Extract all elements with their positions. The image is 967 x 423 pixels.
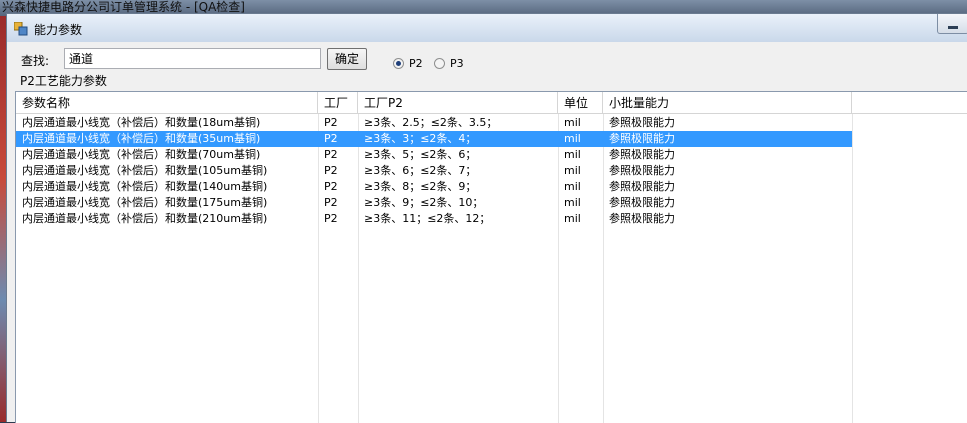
cell-factory: P2 [324,116,338,129]
cell-factory-p2: ≥3条、8；≤2条、9； [364,180,477,193]
table-row[interactable]: 内层通道最小线宽（补偿后）和数量(35um基铜) P2 ≥3条、3；≤2条、4； mi… [16,131,967,147]
table-row[interactable]: 内层通道最小线宽（补偿后）和数量(18um基铜) P2 ≥3条、2.5；≤2条、3.… [16,115,967,131]
radio-selected-icon [393,57,404,69]
cell-small-batch: 参照极限能力 [609,196,675,209]
cell-small-batch: 参照极限能力 [609,164,675,177]
cell-name: 内层通道最小线宽（补偿后）和数量(140um基铜) [22,180,268,193]
cell-factory: P2 [324,180,338,193]
cell-factory-p2: ≥3条、11；≤2条、12； [364,212,491,225]
cell-unit: mil [564,164,581,177]
radio-unselected-icon [434,57,445,69]
minimize-icon [948,26,958,29]
column-header-small-batch[interactable]: 小批量能力 [603,92,852,114]
cell-unit: mil [564,196,581,209]
confirm-button[interactable]: 确定 [327,48,367,70]
table-row[interactable]: 内层通道最小线宽（补偿后）和数量(210um基铜) P2 ≥3条、11；≤2条、12… [16,211,967,227]
cell-unit: mil [564,180,581,193]
column-header-name[interactable]: 参数名称 [16,92,318,114]
grid-header: 参数名称 工厂 工厂P2 单位 小批量能力 [16,92,967,114]
cell-name: 内层通道最小线宽（补偿后）和数量(18um基铜) [22,116,261,129]
cell-name: 内层通道最小线宽（补偿后）和数量(35um基铜) [16,131,318,147]
cell-factory-p2: ≥3条、3；≤2条、4； [358,131,558,147]
cell-unit: mil [558,131,603,147]
cell-factory: P2 [324,164,338,177]
radio-p2-label: P2 [409,56,423,70]
cell-small-batch: 参照极限能力 [609,180,675,193]
search-label: 查找: [21,54,50,68]
table-row[interactable]: 内层通道最小线宽（补偿后）和数量(140um基铜) P2 ≥3条、8；≤2条、9； m… [16,179,967,195]
cell-factory-p2: ≥3条、5；≤2条、6； [364,148,477,161]
cell-factory: P2 [324,196,338,209]
search-input[interactable] [64,48,321,69]
cell-factory-p2: ≥3条、9；≤2条、10； [364,196,484,209]
cell-unit: mil [564,212,581,225]
cell-small-batch: 参照极限能力 [609,212,675,225]
column-header-factory[interactable]: 工厂 [318,92,358,114]
radio-p3-label: P3 [450,56,464,70]
cell-small-batch: 参照极限能力 [609,116,675,129]
cell-unit: mil [564,116,581,129]
table-row[interactable]: 内层通道最小线宽（补偿后）和数量(175um基铜) P2 ≥3条、9；≤2条、10；… [16,195,967,211]
column-header-factory-p2[interactable]: 工厂P2 [358,92,558,114]
cell-factory: P2 [324,212,338,225]
dialog-titlebar[interactable]: 能力参数 [7,14,967,42]
ability-params-dialog: 能力参数 查找: 确定 P2 P3 P2工艺能力参数 参数名称 工厂 工厂P2 … [6,13,967,423]
cell-unit: mil [564,148,581,161]
cell-factory: P2 [318,131,358,147]
cell-name: 内层通道最小线宽（补偿后）和数量(70um基铜) [22,148,261,161]
group-caption: P2工艺能力参数 [20,74,107,88]
column-header-unit[interactable]: 单位 [558,92,603,114]
cell-factory-p2: ≥3条、2.5；≤2条、3.5； [364,116,498,129]
cell-small-batch: 参照极限能力 [609,148,675,161]
params-grid[interactable]: 参数名称 工厂 工厂P2 单位 小批量能力 内层通道最小线宽（补偿后）和数量(1… [15,91,967,423]
table-row[interactable]: 内层通道最小线宽（补偿后）和数量(105um基铜) P2 ≥3条、6；≤2条、7； m… [16,163,967,179]
cell-name: 内层通道最小线宽（补偿后）和数量(105um基铜) [22,164,268,177]
cell-small-batch: 参照极限能力 [603,131,852,147]
cell-factory: P2 [324,148,338,161]
grid-rows: 内层通道最小线宽（补偿后）和数量(18um基铜) P2 ≥3条、2.5；≤2条、3.… [16,115,967,227]
radio-p3[interactable]: P3 [434,56,464,70]
cell-name: 内层通道最小线宽（补偿后）和数量(175um基铜) [22,196,268,209]
dialog-title: 能力参数 [34,23,83,37]
cell-name: 内层通道最小线宽（补偿后）和数量(210um基铜) [22,212,268,225]
window-app-icon [14,22,28,36]
minimize-button[interactable] [937,14,967,34]
table-row[interactable]: 内层通道最小线宽（补偿后）和数量(70um基铜) P2 ≥3条、5；≤2条、6； mi… [16,147,967,163]
radio-p2[interactable]: P2 [393,56,423,70]
cell-factory-p2: ≥3条、6；≤2条、7； [364,164,477,177]
column-header-filler [852,92,967,114]
